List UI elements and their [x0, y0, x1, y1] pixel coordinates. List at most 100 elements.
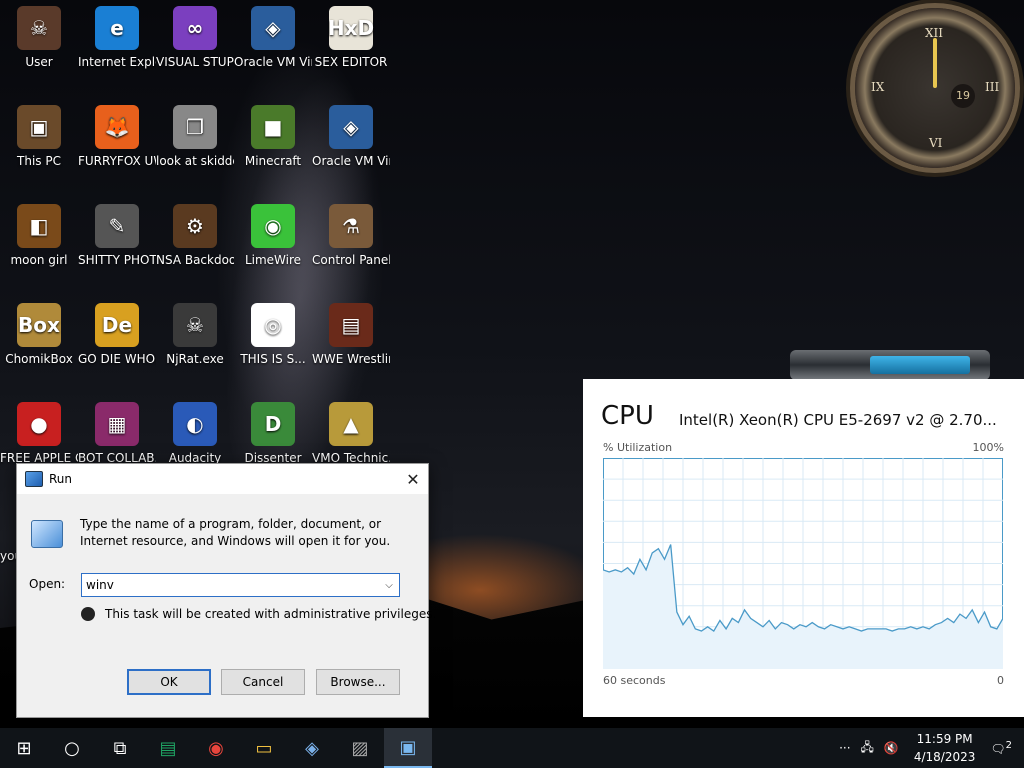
run-dialog-icon — [31, 520, 63, 548]
cpu-performance-panel: CPU Intel(R) Xeon(R) CPU E5-2697 v2 @ 2.… — [583, 379, 1024, 717]
desktop-icon[interactable]: ☠ User — [0, 6, 78, 71]
admin-note: This task will be created with administr… — [105, 607, 437, 621]
time-zero-label: 0 — [997, 674, 1004, 687]
system-tray: ··· 🖧 🔇 11:59 PM 4/18/2023 🗨2 — [834, 730, 1024, 766]
task-view-icon: ⧉ — [113, 737, 127, 759]
app-icon: HxD — [328, 6, 374, 50]
desktop-icon[interactable]: ▦BOT COLLAB.VM... — [78, 402, 156, 467]
desktop-icon[interactable]: ∞ VISUAL STUPI... — [156, 6, 234, 71]
desktop-icon-label: This PC — [17, 154, 61, 168]
app-icon: 🦊 — [95, 105, 139, 149]
desktop-icon[interactable]: ■ Minecraft — [234, 105, 312, 170]
desktop-icon[interactable]: ❐ look at skidded c... — [156, 105, 234, 170]
taskbar-app-chrome[interactable]: ◉ — [192, 728, 240, 768]
desktop-icon[interactable]: e Internet Explorer — [78, 6, 156, 71]
taskbar-time: 11:59 PM — [916, 732, 973, 746]
gauge-fill — [870, 356, 970, 374]
desktop-icon-label: Control Panel — [312, 253, 390, 267]
utilization-max: 100% — [972, 441, 1004, 454]
app-icon: ▲ — [329, 402, 373, 446]
app-icon: ▣ — [17, 105, 61, 149]
admin-shield-icon — [81, 607, 95, 621]
tray-overflow-button[interactable]: ··· — [834, 741, 855, 755]
volume-muted-icon[interactable]: 🔇 — [879, 741, 904, 755]
sheets-icon: ▤ — [159, 737, 177, 759]
desktop-icon[interactable]: ☠ NjRat.exe — [156, 303, 234, 368]
cpu-utilization-graph — [603, 458, 1003, 669]
clock-numeral-ix: IX — [871, 80, 885, 94]
desktop-icon[interactable]: ✎ SHITTY PHOTOSH... — [78, 204, 156, 269]
desktop-icon-label: moon girl — [10, 253, 68, 267]
open-label: Open: — [29, 577, 66, 591]
desktop-icon[interactable]: D Dissenter — [234, 402, 312, 467]
app-icon: ❐ — [173, 105, 217, 149]
desktop-icon-label: WWE Wrestling — [312, 352, 390, 366]
run-titlebar[interactable]: Run ✕ — [17, 464, 428, 494]
taskbar-app-run[interactable]: ▣ — [384, 728, 432, 768]
open-input[interactable] — [82, 577, 368, 593]
desktop-icon-label: NjRat.exe — [166, 352, 224, 366]
desktop-icon-label: SHITTY PHOTOSH... — [78, 253, 156, 267]
close-icon: ✕ — [406, 469, 420, 489]
taskbar-date: 4/18/2023 — [913, 750, 976, 764]
desktop-icon[interactable]: ⚙ NSA Backdoor — [156, 204, 234, 269]
desktop-icon[interactable]: ◎ THIS IS S... — [234, 303, 312, 368]
folder-icon: ▭ — [255, 737, 273, 759]
app-icon: ■ — [251, 105, 295, 149]
taskbar-app-virtualbox[interactable]: ◈ — [288, 728, 336, 768]
desktop-icon[interactable]: ●FREE APPLE GIFT CAR... — [0, 402, 78, 467]
ok-button[interactable]: OK — [127, 669, 211, 695]
desktop-icon[interactable]: ◈ Oracle VM VirtualBox — [234, 6, 312, 71]
clock-date: 19 — [951, 84, 975, 108]
desktop-icon[interactable]: ◧ moon girl — [0, 204, 78, 269]
app-icon: D — [251, 402, 295, 446]
desktop-icon[interactable]: ▣ This PC — [0, 105, 78, 170]
close-button[interactable]: ✕ — [398, 464, 428, 494]
app-icon: De — [95, 303, 139, 347]
network-icon[interactable]: 🖧 — [856, 738, 879, 759]
task-view-button[interactable]: ⧉ — [96, 728, 144, 768]
app-icon: ◈ — [329, 105, 373, 149]
desktop-icon[interactable]: ◈ Oracle VM VirtualBox — [312, 105, 390, 170]
desktop-icon[interactable]: ⚗ Control Panel — [312, 204, 390, 269]
app-icon: ◎ — [251, 303, 295, 347]
search-button[interactable]: ○ — [48, 728, 96, 768]
desktop-icon-label: Internet Explorer — [78, 55, 156, 69]
app-icon: Box — [17, 303, 61, 347]
taskbar: ⊞ ○ ⧉ ▤ ◉ ▭ ◈ ▨ ▣ ··· 🖧 🔇 11:59 PM 4/18/… — [0, 728, 1024, 768]
run-icon: ▣ — [399, 736, 417, 758]
taskbar-clock[interactable]: 11:59 PM 4/18/2023 — [904, 730, 986, 766]
app-icon: ▦ — [95, 402, 139, 446]
desktop-icon-label: THIS IS S... — [240, 352, 306, 366]
desktop-icon-label: Oracle VM VirtualBox — [312, 154, 390, 168]
taskbar-app-task-manager[interactable]: ▨ — [336, 728, 384, 768]
open-combobox[interactable]: ⌵ — [81, 573, 400, 597]
desktop-icon[interactable]: De GO DIE WHORE — [78, 303, 156, 368]
desktop-icon[interactable]: ◐ Audacity — [156, 402, 234, 467]
desktop-icon[interactable]: ▲VMO Technic... — [312, 402, 390, 467]
desktop-icon-label: GO DIE WHORE — [78, 352, 156, 366]
cpu-model: Intel(R) Xeon(R) CPU E5-2697 v2 @ 2.70..… — [679, 411, 997, 429]
desktop-icon[interactable]: 🦊 FURRYFOX UWU — [78, 105, 156, 170]
notifications-button[interactable]: 🗨2 — [985, 740, 1024, 756]
desktop-icon[interactable]: ◉ LimeWire — [234, 204, 312, 269]
clock-gadget[interactable]: XII III VI IX 19 — [855, 8, 1015, 168]
start-button[interactable]: ⊞ — [0, 728, 48, 768]
desktop-icon-label: SEX EDITOR — [314, 55, 388, 69]
clock-numeral-vi: VI — [929, 136, 943, 150]
taskbar-app-explorer[interactable]: ▭ — [240, 728, 288, 768]
app-icon: ▤ — [329, 303, 373, 347]
cancel-button[interactable]: Cancel — [221, 669, 305, 695]
time-span-label: 60 seconds — [603, 674, 666, 687]
app-icon: ✎ — [95, 204, 139, 248]
chevron-down-icon[interactable]: ⌵ — [379, 580, 399, 591]
desktop-icon-label: Oracle VM VirtualBox — [234, 55, 312, 69]
desktop-icon[interactable]: Box ChomikBox — [0, 303, 78, 368]
browse-button[interactable]: Browse... — [316, 669, 400, 695]
cpu-title: CPU — [601, 401, 654, 431]
desktop-icon[interactable]: ▤ WWE Wrestling — [312, 303, 390, 368]
taskbar-app-sheets[interactable]: ▤ — [144, 728, 192, 768]
desktop-icon-label: FURRYFOX UWU — [78, 154, 156, 168]
desktop-icon[interactable]: HxD SEX EDITOR — [312, 6, 390, 71]
clock-numeral-iii: III — [985, 80, 1000, 94]
